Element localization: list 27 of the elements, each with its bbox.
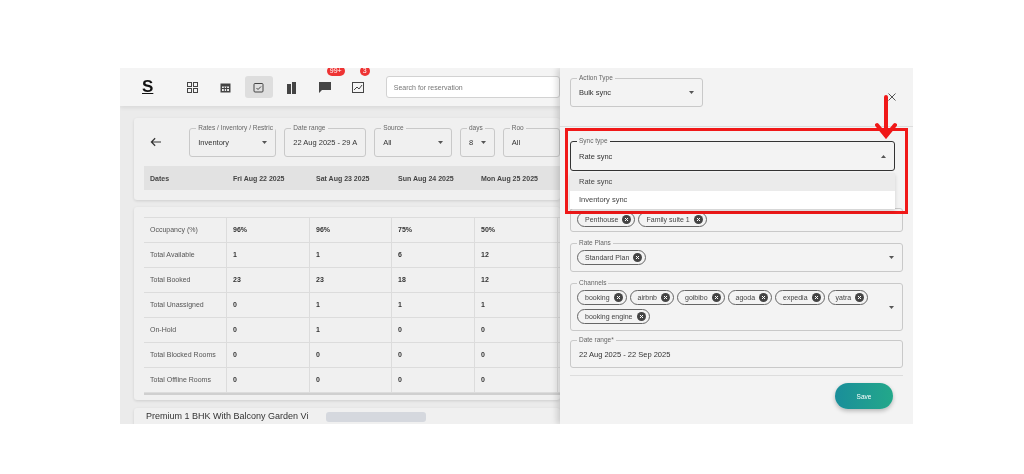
logo: S	[142, 77, 155, 97]
dropdown-caret-icon	[262, 140, 268, 144]
dropdown-caret-icon	[437, 140, 443, 144]
dropdown-caret-icon	[889, 305, 894, 309]
room-title: Premium 1 BHK With Balcony Garden Vi	[146, 411, 309, 421]
remove-icon[interactable]	[633, 253, 643, 262]
remove-icon[interactable]	[622, 215, 632, 224]
calendar-check-nav-button[interactable]	[244, 76, 273, 98]
calendar-icon	[220, 81, 232, 93]
grid-icon	[187, 81, 199, 93]
remove-icon[interactable]	[693, 215, 703, 224]
calendar-check-icon	[253, 81, 265, 93]
dropdown-caret-icon	[689, 91, 694, 94]
remove-icon[interactable]	[811, 293, 821, 302]
remove-icon[interactable]	[661, 293, 670, 302]
close-icon[interactable]	[888, 93, 896, 101]
remove-icon[interactable]	[711, 293, 721, 302]
chat-icon	[318, 81, 331, 93]
remove-icon[interactable]	[759, 293, 769, 302]
dropdown-caret-icon	[889, 256, 894, 259]
remove-icon[interactable]	[636, 312, 646, 321]
remove-icon[interactable]	[855, 293, 865, 302]
remove-icon[interactable]	[613, 293, 623, 302]
back-arrow-icon[interactable]	[150, 137, 162, 147]
dropdown-caret-icon	[480, 140, 486, 144]
chart-icon	[351, 81, 364, 93]
down-arrow-icon	[875, 95, 897, 139]
